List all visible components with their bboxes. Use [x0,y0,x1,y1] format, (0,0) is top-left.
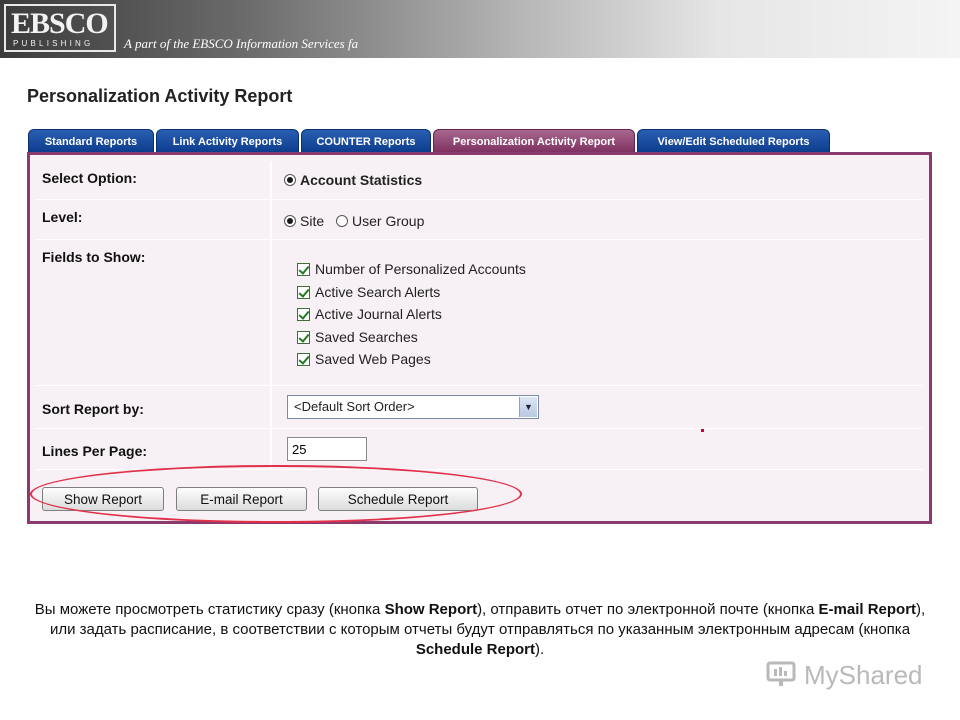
account-statistics-label: Account Statistics [300,172,423,188]
logo-main-text: EBSCO [11,7,109,40]
field-label: Saved Web Pages [315,351,431,367]
select-option-label: Select Option: [36,161,272,199]
tab-counter-reports[interactable]: COUNTER Reports [301,129,431,153]
sort-report-by-label: Sort Report by: [36,386,272,428]
field-label: Active Journal Alerts [315,306,442,322]
field-item: Active Search Alerts [297,281,526,304]
stray-mark [701,429,704,432]
account-statistics-radio[interactable] [284,174,296,186]
chevron-down-icon[interactable]: ▼ [519,397,537,417]
logo-sub-text: PUBLISHING [13,39,94,48]
tab-personalization-activity-report[interactable]: Personalization Activity Report [433,129,635,153]
row-sort-report-by: Sort Report by: <Default Sort Order> ▼ [36,386,923,429]
watermark-text: MyShared [804,659,923,690]
level-user-group-label: User Group [352,213,425,229]
header-tagline: A part of the EBSCO Information Services… [124,36,359,51]
email-report-button[interactable]: E-mail Report [176,487,307,511]
row-level: Level: Site User Group [36,200,923,240]
level-user-group-radio[interactable] [336,215,349,227]
field-label: Active Search Alerts [315,283,441,300]
field-label: Saved Searches [315,328,418,345]
level-site-radio[interactable] [284,215,296,227]
row-lines-per-page: Lines Per Page: [36,429,923,470]
lines-per-page-label: Lines Per Page: [36,429,272,469]
presentation-icon [766,661,796,686]
checkbox-saved-web-pages[interactable] [297,353,310,366]
tab-standard-reports[interactable]: Standard Reports [28,129,154,153]
field-label: Number of Personalized Accounts [315,261,526,277]
show-report-button[interactable]: Show Report [42,487,164,511]
ebsco-logo: EBSCO PUBLISHING [4,4,116,52]
checkbox-active-journal-alerts[interactable] [297,308,310,321]
row-fields-to-show: Fields to Show: Number of Personalized A… [36,240,923,386]
level-site-label: Site [300,213,325,229]
checkbox-saved-searches[interactable] [297,330,310,344]
header-banner: EBSCO PUBLISHING A part of the EBSCO Inf… [0,0,960,58]
field-item: Saved Searches [297,326,526,349]
tab-view-edit-scheduled-reports[interactable]: View/Edit Scheduled Reports [637,129,830,153]
level-label: Level: [36,200,272,239]
checkbox-personalized-accounts[interactable] [297,263,310,276]
checkbox-active-search-alerts[interactable] [297,285,310,299]
myshared-watermark: MyShared [766,658,923,692]
caption-bold-show-report: Show Report [384,601,478,618]
report-form-panel: Select Option: Account Statistics Level:… [27,152,932,524]
sort-order-value: <Default Sort Order> [294,399,415,414]
schedule-report-button[interactable]: Schedule Report [318,487,478,511]
caption-part: ), отправить отчет по электронной почте … [477,601,819,618]
row-select-option: Select Option: Account Statistics [36,161,923,200]
field-item: Saved Web Pages [297,348,526,371]
field-item: Number of Personalized Accounts [297,258,526,281]
fields-to-show-label: Fields to Show: [36,240,272,385]
lines-per-page-input[interactable] [287,437,367,461]
caption-bold-email-report: E-mail Report [818,601,917,618]
sort-order-select[interactable]: <Default Sort Order> ▼ [287,395,539,419]
caption-text: Вы можете просмотреть статистику сразу (… [30,600,930,660]
page-title: Personalization Activity Report [27,86,293,106]
caption-bold-schedule-report: Schedule Report [415,641,535,658]
tab-link-activity-reports[interactable]: Link Activity Reports [156,129,299,153]
field-item: Active Journal Alerts [297,303,526,326]
caption-part: ). [535,641,545,658]
caption-part: Вы можете просмотреть статистику сразу (… [34,601,385,618]
